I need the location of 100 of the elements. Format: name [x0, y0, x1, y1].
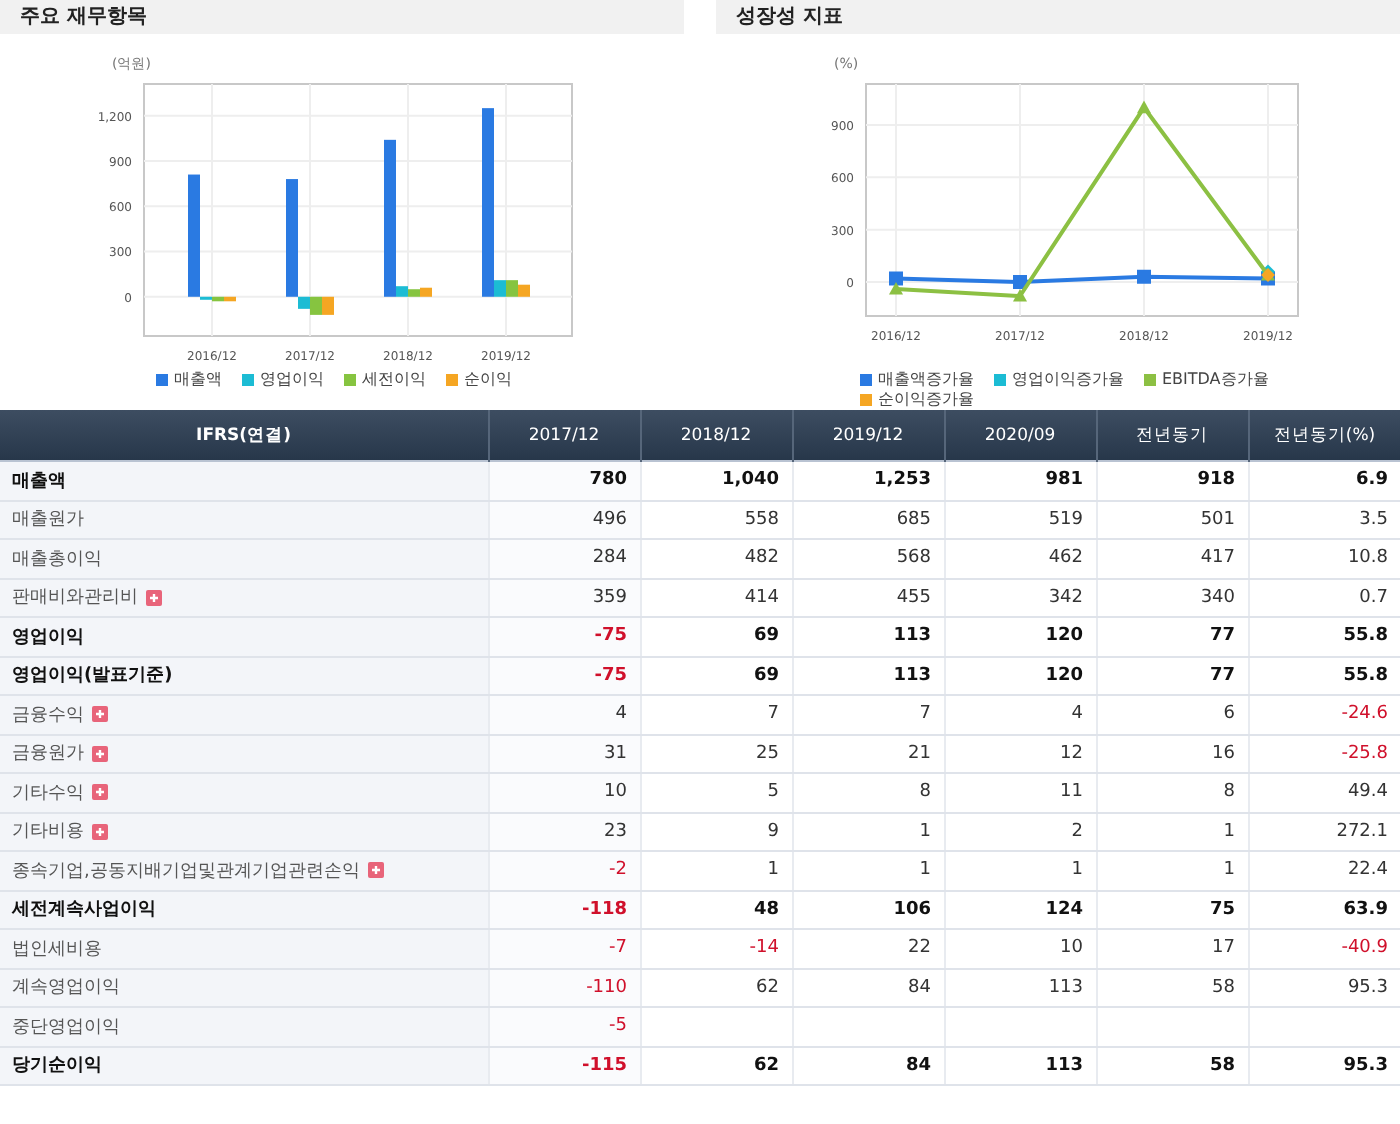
table-cell: -2	[609, 860, 627, 881]
row-label: 계속영업이익	[12, 978, 120, 999]
table-cell: 918	[1197, 470, 1235, 491]
table-cell: -40.9	[1341, 938, 1388, 959]
table-cell: 9	[767, 821, 779, 842]
row-label: 금융수익	[12, 705, 84, 726]
row-label: 매출액	[12, 471, 66, 492]
table-cell: 11	[1060, 782, 1083, 803]
table-cell: -5	[609, 1016, 627, 1037]
legend-swatch	[860, 393, 872, 405]
table-cell: 84	[905, 1055, 931, 1076]
row-label: 영업이익(발표기준)	[12, 666, 173, 687]
table-cell: 1	[1223, 860, 1235, 881]
expand-icon[interactable]	[92, 706, 108, 723]
legend-label: EBITDA증가율	[1162, 370, 1269, 388]
table-cell: 55.8	[1343, 626, 1388, 647]
table-cell: 5	[767, 782, 779, 803]
table-cell: 63.9	[1343, 899, 1388, 920]
legend-label: 영업이익	[260, 370, 324, 388]
row-label: 기타비용	[12, 822, 84, 843]
row-label: 당기순이익	[12, 1056, 102, 1077]
table-cell: 0.7	[1359, 587, 1388, 608]
point	[1137, 100, 1151, 114]
table-cell: 1	[1071, 860, 1083, 881]
table-cell: 519	[1048, 509, 1083, 530]
point	[889, 281, 903, 295]
table-cell: 8	[1223, 782, 1235, 803]
table-cell: -115	[581, 1055, 627, 1076]
table-cell: 8	[919, 782, 931, 803]
column-header: 2020/09	[944, 410, 1096, 461]
table-cell: 31	[604, 743, 627, 764]
table-cell: 780	[589, 470, 627, 491]
table-cell: 120	[1045, 626, 1083, 647]
table-cell: -75	[594, 626, 627, 647]
legend-swatch	[446, 373, 458, 385]
table-cell: 340	[1200, 587, 1235, 608]
table-cell: -14	[749, 938, 779, 959]
table-cell: 10	[604, 782, 627, 803]
row-label: 기타수익	[12, 783, 84, 804]
row-label: 금융원가	[12, 744, 84, 765]
row-label: 매출원가	[12, 510, 84, 531]
table-cell: 22.4	[1347, 860, 1388, 881]
column-header: 전년동기	[1096, 410, 1248, 461]
table-cell: 120	[1045, 665, 1083, 686]
table-cell: 124	[1045, 899, 1083, 920]
table-cell: 6	[1223, 704, 1235, 725]
table-cell: 568	[896, 548, 931, 569]
table-cell: -75	[594, 665, 627, 686]
table-cell: 501	[1200, 509, 1235, 530]
table-cell: 95.3	[1343, 1055, 1388, 1076]
point	[1013, 274, 1027, 289]
table-cell: 113	[893, 665, 931, 686]
table-cell: 284	[592, 548, 627, 569]
table-cell: 685	[896, 509, 931, 530]
table-cell: 417	[1200, 548, 1235, 569]
table-cell: 482	[744, 548, 779, 569]
legend-label: 세전이익	[362, 370, 426, 388]
table-cell: 22	[908, 938, 931, 959]
legend-label: 순이익증가율	[878, 390, 974, 408]
table-cell: 1	[919, 821, 931, 842]
legend-label: 매출액증가율	[878, 370, 974, 388]
legend-swatch	[860, 373, 872, 385]
table-cell: 1	[919, 860, 931, 881]
table-cell: 1	[767, 860, 779, 881]
expand-icon[interactable]	[367, 862, 384, 879]
column-header: 전년동기(%)	[1248, 410, 1400, 461]
table-cell: 58	[1209, 1055, 1235, 1076]
point	[1013, 288, 1027, 302]
table-cell: 55.8	[1343, 665, 1388, 686]
table-cell: 62	[753, 1055, 779, 1076]
row-label: 세전계속사업이익	[12, 900, 156, 921]
table-cell: 7	[919, 704, 931, 725]
table-cell: 113	[893, 626, 931, 647]
table-cell: 77	[1209, 626, 1235, 647]
table-cell: 342	[1048, 587, 1083, 608]
table-cell: 496	[592, 509, 627, 530]
table-cell: 21	[908, 743, 931, 764]
panel-title: 주요 재무항목	[0, 0, 684, 34]
row-label: 종속기업,공동지배기업및관계기업관련손익	[12, 861, 360, 882]
table-cell: 12	[1060, 743, 1083, 764]
table-cell: 414	[744, 587, 779, 608]
expand-icon[interactable]	[92, 823, 108, 840]
table-cell: 455	[896, 587, 931, 608]
legend-swatch	[242, 373, 254, 385]
table-cell: 95.3	[1347, 977, 1388, 998]
table-cell: -7	[609, 938, 627, 959]
table-cell: 48	[753, 899, 779, 920]
legend-swatch	[344, 373, 356, 385]
row-label: 법인세비용	[12, 939, 102, 960]
table-cell: -118	[581, 899, 627, 920]
table-cell: 49.4	[1347, 782, 1388, 803]
expand-icon[interactable]	[146, 589, 162, 606]
panel-title: 성장성 지표	[716, 0, 1400, 34]
expand-icon[interactable]	[92, 745, 108, 762]
table-cell: 16	[1212, 743, 1235, 764]
table-cell: -25.8	[1341, 743, 1388, 764]
expand-icon[interactable]	[92, 784, 108, 801]
table-cell: 23	[604, 821, 627, 842]
point	[1137, 269, 1151, 284]
table-cell: 77	[1209, 665, 1235, 686]
